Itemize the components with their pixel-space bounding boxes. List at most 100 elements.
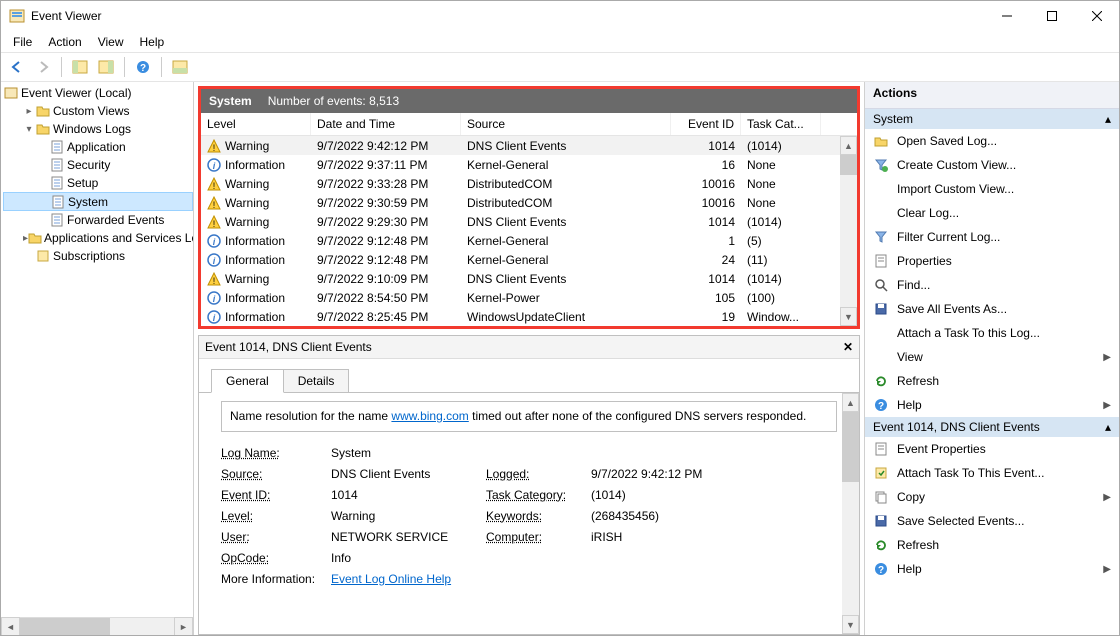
scroll-left-icon[interactable]: ◄	[1, 617, 20, 635]
action-refresh[interactable]: Refresh	[865, 533, 1119, 557]
col-taskcat[interactable]: Task Cat...	[741, 113, 821, 135]
nav-item-system[interactable]: System	[3, 192, 193, 211]
scroll-thumb[interactable]	[842, 412, 859, 482]
col-level[interactable]: Level	[201, 113, 311, 135]
nav-item-label: Windows Logs	[53, 122, 131, 136]
action-help[interactable]: ?Help▶	[865, 393, 1119, 417]
nav-item-label: System	[68, 195, 108, 209]
log-count: Number of events: 8,513	[268, 94, 399, 108]
action-event-properties[interactable]: Event Properties	[865, 437, 1119, 461]
window-buttons	[984, 1, 1119, 31]
nav-item-custom-views[interactable]: ▸Custom Views	[3, 102, 193, 120]
menu-help[interactable]: Help	[132, 33, 173, 51]
event-row[interactable]: iInformation9/7/2022 8:54:50 PMKernel-Po…	[201, 288, 857, 307]
nav-item-windows-logs[interactable]: ▾ Windows Logs	[3, 120, 193, 138]
scroll-thumb[interactable]	[840, 155, 857, 175]
scroll-down-icon[interactable]: ▼	[840, 307, 857, 326]
back-button[interactable]	[5, 55, 29, 79]
detail-close-button[interactable]: ✕	[843, 340, 853, 354]
svg-text:!: !	[213, 181, 216, 191]
action-label: Attach a Task To this Log...	[897, 326, 1040, 340]
actions-section-system[interactable]: System ▴	[865, 109, 1119, 129]
message-link[interactable]: www.bing.com	[391, 409, 468, 423]
scroll-up-icon[interactable]: ▲	[840, 136, 857, 155]
event-log-online-help-link[interactable]: Event Log Online Help	[331, 572, 451, 586]
action-label: Attach Task To This Event...	[897, 466, 1044, 480]
col-source[interactable]: Source	[461, 113, 671, 135]
event-row[interactable]: iInformation9/7/2022 9:12:48 PMKernel-Ge…	[201, 250, 857, 269]
action-label: Open Saved Log...	[897, 134, 997, 148]
preview-pane-button[interactable]	[168, 55, 192, 79]
action-clear-log[interactable]: Clear Log...	[865, 201, 1119, 225]
show-hide-console-tree-button[interactable]	[68, 55, 92, 79]
scroll-up-icon[interactable]: ▲	[842, 393, 859, 412]
action-help[interactable]: ?Help▶	[865, 557, 1119, 581]
action-copy[interactable]: Copy▶	[865, 485, 1119, 509]
minimize-button[interactable]	[984, 1, 1029, 31]
action-create-custom-view[interactable]: Create Custom View...	[865, 153, 1119, 177]
nav-item-subscriptions[interactable]: Subscriptions	[3, 247, 193, 265]
help-button[interactable]: ?	[131, 55, 155, 79]
action-label: Copy	[897, 490, 925, 504]
action-open-saved-log[interactable]: Open Saved Log...	[865, 129, 1119, 153]
col-date[interactable]: Date and Time	[311, 113, 461, 135]
collapse-icon[interactable]: ▴	[1105, 420, 1111, 434]
twisty-icon[interactable]: ▾	[23, 124, 35, 135]
close-button[interactable]	[1074, 1, 1119, 31]
action-label: Event Properties	[897, 442, 986, 456]
nav-hscrollbar[interactable]: ◄ ►	[1, 617, 193, 635]
event-table-body[interactable]: !Warning9/7/2022 9:42:12 PMDNS Client Ev…	[201, 136, 857, 326]
scroll-right-icon[interactable]: ►	[174, 617, 193, 635]
action-properties[interactable]: Properties	[865, 249, 1119, 273]
nav-item-application[interactable]: Application	[3, 138, 193, 156]
detail-vscrollbar[interactable]: ▲ ▼	[842, 393, 859, 634]
event-row[interactable]: iInformation9/7/2022 8:25:45 PMWindowsUp…	[201, 307, 857, 326]
maximize-button[interactable]	[1029, 1, 1074, 31]
actions-section-event[interactable]: Event 1014, DNS Client Events ▴	[865, 417, 1119, 437]
scroll-down-icon[interactable]: ▼	[842, 615, 859, 634]
detail-header: Event 1014, DNS Client Events ✕	[199, 336, 859, 359]
event-row[interactable]: iInformation9/7/2022 9:12:48 PMKernel-Ge…	[201, 231, 857, 250]
action-attach-task-to-this-event[interactable]: Attach Task To This Event...	[865, 461, 1119, 485]
event-table-header[interactable]: Level Date and Time Source Event ID Task…	[201, 113, 857, 136]
event-task-category: (11)	[741, 253, 821, 267]
show-hide-action-pane-button[interactable]	[94, 55, 118, 79]
forward-button[interactable]	[31, 55, 55, 79]
action-filter-current-log[interactable]: Filter Current Log...	[865, 225, 1119, 249]
event-row[interactable]: !Warning9/7/2022 9:29:30 PMDNS Client Ev…	[201, 212, 857, 231]
nav-item-label: Applications and Services Logs	[44, 231, 193, 245]
event-vscrollbar[interactable]: ▲ ▼	[840, 136, 857, 326]
nav-item-applications-and-services-logs[interactable]: ▸Applications and Services Logs	[3, 229, 193, 247]
action-attach-a-task-to-this-log[interactable]: Attach a Task To this Log...	[865, 321, 1119, 345]
event-row[interactable]: !Warning9/7/2022 9:30:59 PMDistributedCO…	[201, 193, 857, 212]
action-label: Help	[897, 398, 922, 412]
collapse-icon[interactable]: ▴	[1105, 112, 1111, 126]
action-refresh[interactable]: Refresh	[865, 369, 1119, 393]
event-task-category: None	[741, 196, 821, 210]
tab-general[interactable]: General	[211, 369, 284, 393]
nav-root[interactable]: Event Viewer (Local)	[3, 84, 193, 102]
menu-file[interactable]: File	[5, 33, 40, 51]
event-row[interactable]: !Warning9/7/2022 9:10:09 PMDNS Client Ev…	[201, 269, 857, 288]
event-row[interactable]: !Warning9/7/2022 9:33:28 PMDistributedCO…	[201, 174, 857, 193]
nav-item-security[interactable]: Security	[3, 156, 193, 174]
props-icon	[873, 253, 889, 269]
nav-tree[interactable]: Event Viewer (Local)▸Custom Views ▾ Window…	[1, 82, 193, 617]
event-row[interactable]: !Warning9/7/2022 9:42:12 PMDNS Client Ev…	[201, 136, 857, 155]
event-level: Warning	[225, 139, 269, 153]
menu-action[interactable]: Action	[40, 33, 89, 51]
event-row[interactable]: iInformation9/7/2022 9:37:11 PMKernel-Ge…	[201, 155, 857, 174]
tab-details[interactable]: Details	[283, 369, 350, 393]
scroll-thumb[interactable]	[20, 618, 110, 635]
nav-item-forwarded-events[interactable]: Forwarded Events	[3, 211, 193, 229]
col-eventid[interactable]: Event ID	[671, 113, 741, 135]
twisty-icon[interactable]: ▸	[23, 106, 35, 117]
action-save-all-events-as[interactable]: Save All Events As...	[865, 297, 1119, 321]
menu-view[interactable]: View	[90, 33, 132, 51]
svg-text:?: ?	[878, 401, 884, 412]
action-view[interactable]: View▶	[865, 345, 1119, 369]
action-find[interactable]: Find...	[865, 273, 1119, 297]
nav-item-setup[interactable]: Setup	[3, 174, 193, 192]
action-import-custom-view[interactable]: Import Custom View...	[865, 177, 1119, 201]
action-save-selected-events[interactable]: Save Selected Events...	[865, 509, 1119, 533]
